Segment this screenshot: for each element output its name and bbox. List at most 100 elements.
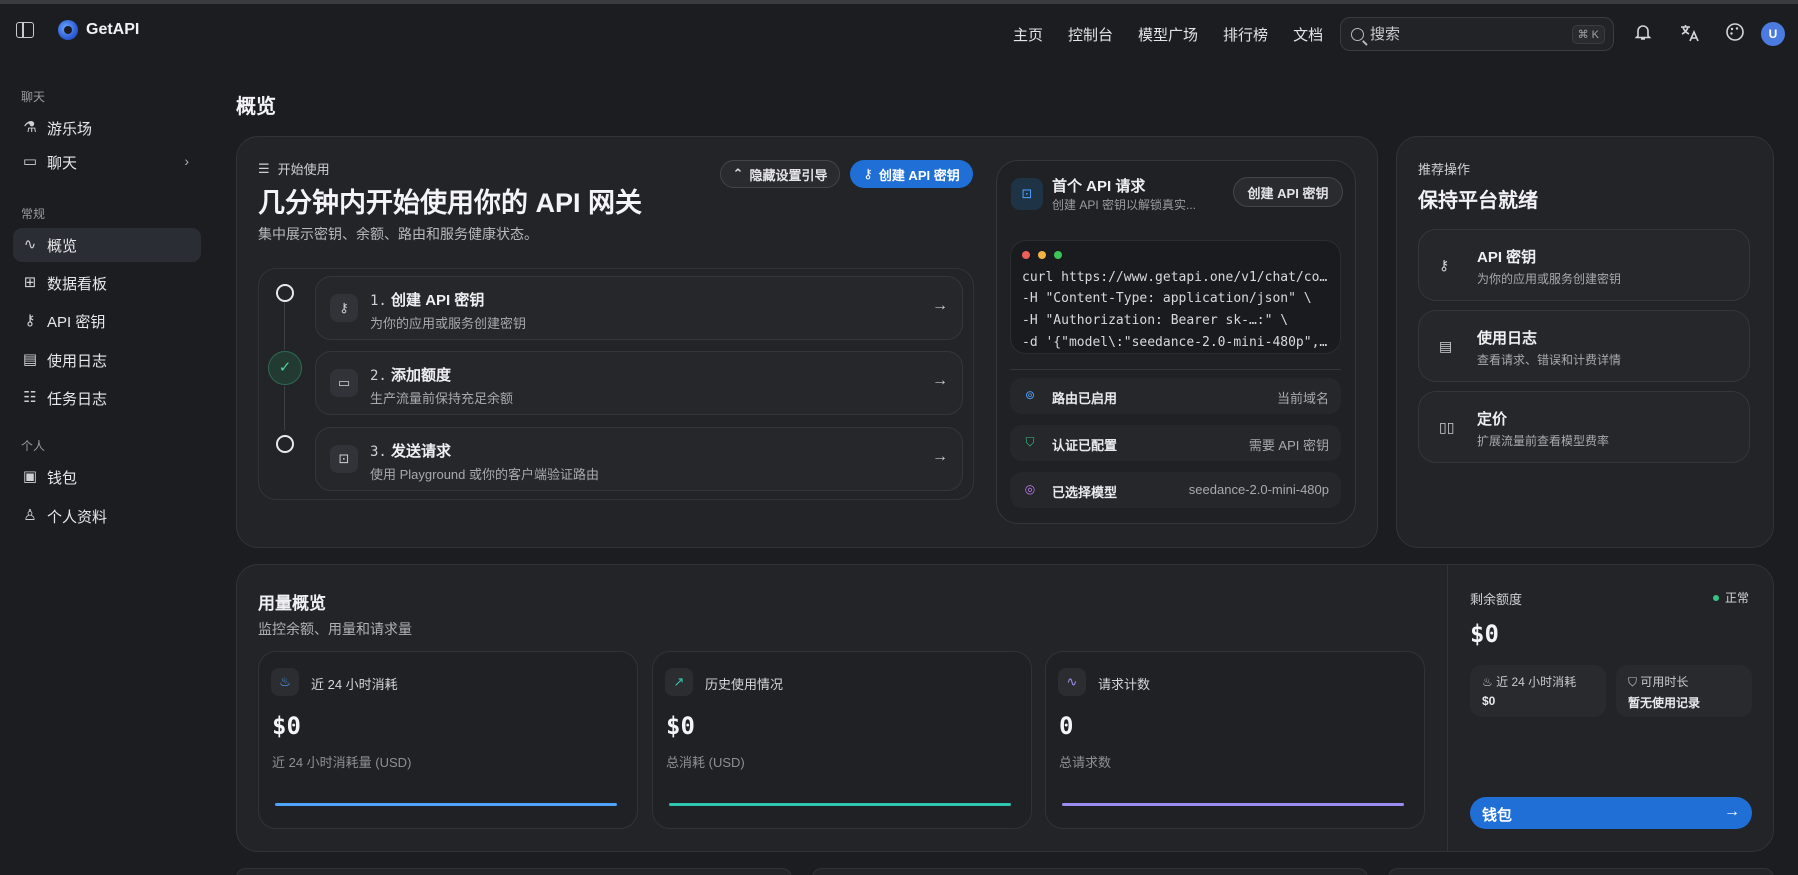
step-create-key[interactable]: ⚷ 1. 创建 API 密钥 为你的应用或服务创建密钥 → <box>315 276 963 340</box>
step-title-text: 发送请求 <box>391 443 452 460</box>
chevron-right-icon: › <box>184 153 189 169</box>
first-request-create-key-button[interactable]: 创建 API 密钥 <box>1233 177 1343 207</box>
recommended-label: 推荐操作 <box>1418 162 1471 177</box>
sidebar-item-wallet[interactable]: ▣ 钱包 <box>13 460 201 494</box>
mini-stat-duration: ⛉ 可用时长 暂无使用记录 <box>1616 665 1752 717</box>
card-partial <box>236 868 792 875</box>
sidebar-item-overview[interactable]: ∿ 概览 <box>13 228 201 262</box>
arrow-right-icon: → <box>1724 803 1740 820</box>
mini-stat-value: $0 <box>1482 694 1496 708</box>
check-icon: ✓ <box>268 351 302 385</box>
mini-stat-value: 暂无使用记录 <box>1628 696 1701 710</box>
brand[interactable]: GetAPI <box>58 20 139 40</box>
shield-icon: ⛉ <box>1025 435 1035 449</box>
user-icon: ♙ <box>23 507 37 524</box>
wallet-icon: ▣ <box>22 468 38 485</box>
metric-desc: 总请求数 <box>1059 755 1112 770</box>
nav-ranking[interactable]: 排行榜 <box>1223 24 1268 45</box>
sidebar-item-playground[interactable]: ⚗ 游乐场 <box>13 111 201 145</box>
rec-item-usage-logs[interactable]: ▤ 使用日志 查看请求、错误和计费详情 <box>1418 310 1750 382</box>
flame-icon: ♨ <box>1482 675 1493 689</box>
metric-desc: 总消耗 (USD) <box>666 755 745 770</box>
search-box[interactable]: ⌘ K <box>1340 17 1614 51</box>
step-number: 2. <box>370 368 387 384</box>
bell-icon[interactable] <box>1632 22 1654 44</box>
first-request-subtitle: 创建 API 密钥以解锁真实... <box>1052 198 1197 212</box>
metric-requests: ∿ 请求计数 0 总请求数 <box>1045 651 1425 829</box>
status-row-key: 路由已启用 <box>1052 391 1118 406</box>
code-line: -H "Authorization: Bearer sk-…:" \ <box>1022 313 1289 328</box>
mini-stat-label-text: 可用时长 <box>1640 675 1689 689</box>
getting-started-label-text: 开始使用 <box>277 162 330 177</box>
getting-started-subtitle: 集中展示密钥、余额、路由和服务健康状态。 <box>258 226 538 242</box>
brand-logo-icon <box>58 20 78 40</box>
window-close-dot <box>1022 251 1030 259</box>
sidebar-item-api-keys[interactable]: ⚷ API 密钥 <box>13 304 201 338</box>
nav-models[interactable]: 模型广场 <box>1138 24 1198 45</box>
create-api-key-button[interactable]: ⚷ 创建 API 密钥 <box>850 160 973 188</box>
wallet-button[interactable]: 钱包 → <box>1470 797 1752 829</box>
step-connector <box>284 386 285 430</box>
metric-bar <box>669 803 1011 806</box>
step-send-request[interactable]: ⊡ 3. 发送请求 使用 Playground 或你的客户端验证路由 → <box>315 427 963 491</box>
step-title-text: 添加额度 <box>391 367 452 384</box>
terminal-icon: ⊡ <box>1011 178 1043 210</box>
sidebar-item-label: API 密钥 <box>47 313 106 331</box>
rec-item-title: API 密钥 <box>1477 249 1537 266</box>
sidebar-section-general: 常规 <box>21 207 46 221</box>
sidebar-toggle-icon[interactable] <box>16 22 34 38</box>
search-icon <box>1351 27 1364 41</box>
step-add-credit[interactable]: ▭ 2. 添加额度 生产流量前保持充足余额 → <box>315 351 963 415</box>
step-title: 2. 添加额度 <box>370 364 451 385</box>
sidebar-item-label: 聊天 <box>47 154 78 172</box>
rec-item-api-keys[interactable]: ⚷ API 密钥 为你的应用或服务创建密钥 <box>1418 229 1750 301</box>
list-icon: ☰ <box>258 160 270 176</box>
balance-label: 剩余额度 <box>1470 592 1523 607</box>
translate-icon[interactable] <box>1678 22 1700 44</box>
step-status-pending <box>276 284 294 302</box>
first-request-title: 首个 API 请求 <box>1052 178 1146 195</box>
sidebar-item-chat[interactable]: ▭ 聊天 › <box>13 145 201 179</box>
search-input[interactable] <box>1370 25 1560 43</box>
sidebar-item-label: 使用日志 <box>47 352 108 370</box>
metric-label: 历史使用情况 <box>705 677 784 692</box>
nav-home[interactable]: 主页 <box>1013 24 1043 45</box>
rec-item-pricing[interactable]: ▯▯ 定价 扩展流量前查看模型费率 <box>1418 391 1750 463</box>
mini-stat-label: ⛉ 可用时长 <box>1628 673 1688 690</box>
step-number: 3. <box>370 444 387 460</box>
step-title: 3. 发送请求 <box>370 440 451 461</box>
key-icon: ⚷ <box>24 312 36 329</box>
getting-started-label: ☰ 开始使用 <box>258 159 330 178</box>
status-row-key: 认证已配置 <box>1052 438 1118 453</box>
status-row-key: 已选择模型 <box>1052 485 1118 500</box>
sidebar-item-label: 个人资料 <box>47 508 108 526</box>
metric-value: $0 <box>666 712 695 740</box>
palette-icon[interactable] <box>1724 22 1746 44</box>
arrow-right-icon: → <box>932 372 948 389</box>
status-text: 正常 <box>1725 591 1750 605</box>
sidebar-item-task-logs[interactable]: ☷ 任务日志 <box>13 381 201 415</box>
recommended-title: 保持平台就绪 <box>1418 190 1538 212</box>
avatar[interactable]: U <box>1761 22 1785 46</box>
nav-console[interactable]: 控制台 <box>1068 24 1113 45</box>
sidebar-item-label: 任务日志 <box>47 390 108 408</box>
card-partial <box>812 868 1368 875</box>
arrow-right-icon: → <box>932 297 948 314</box>
status-row-routing: ⊚ 路由已启用 当前域名 <box>1010 378 1341 414</box>
book-icon: ▯▯ <box>1439 419 1455 435</box>
metric-value: 0 <box>1059 712 1074 740</box>
activity-icon: ∿ <box>23 236 37 253</box>
grid-icon: ⊞ <box>23 274 37 291</box>
metric-label: 近 24 小时消耗 <box>311 677 398 692</box>
metric-desc: 近 24 小时消耗量 (USD) <box>272 755 412 770</box>
rec-item-desc: 查看请求、错误和计费详情 <box>1477 353 1622 367</box>
rec-item-title: 定价 <box>1477 411 1508 428</box>
sidebar-item-label: 概览 <box>47 237 78 255</box>
sidebar-item-profile[interactable]: ♙ 个人资料 <box>13 499 201 533</box>
hide-guide-button[interactable]: ⌃ 隐藏设置引导 <box>720 160 840 188</box>
sidebar-item-usage-logs[interactable]: ▤ 使用日志 <box>13 343 201 377</box>
status-dot-icon <box>1713 594 1719 601</box>
code-line: -H "Content-Type: application/json" \ <box>1022 291 1312 306</box>
sidebar-item-dashboard[interactable]: ⊞ 数据看板 <box>13 266 201 300</box>
nav-docs[interactable]: 文档 <box>1293 24 1323 45</box>
